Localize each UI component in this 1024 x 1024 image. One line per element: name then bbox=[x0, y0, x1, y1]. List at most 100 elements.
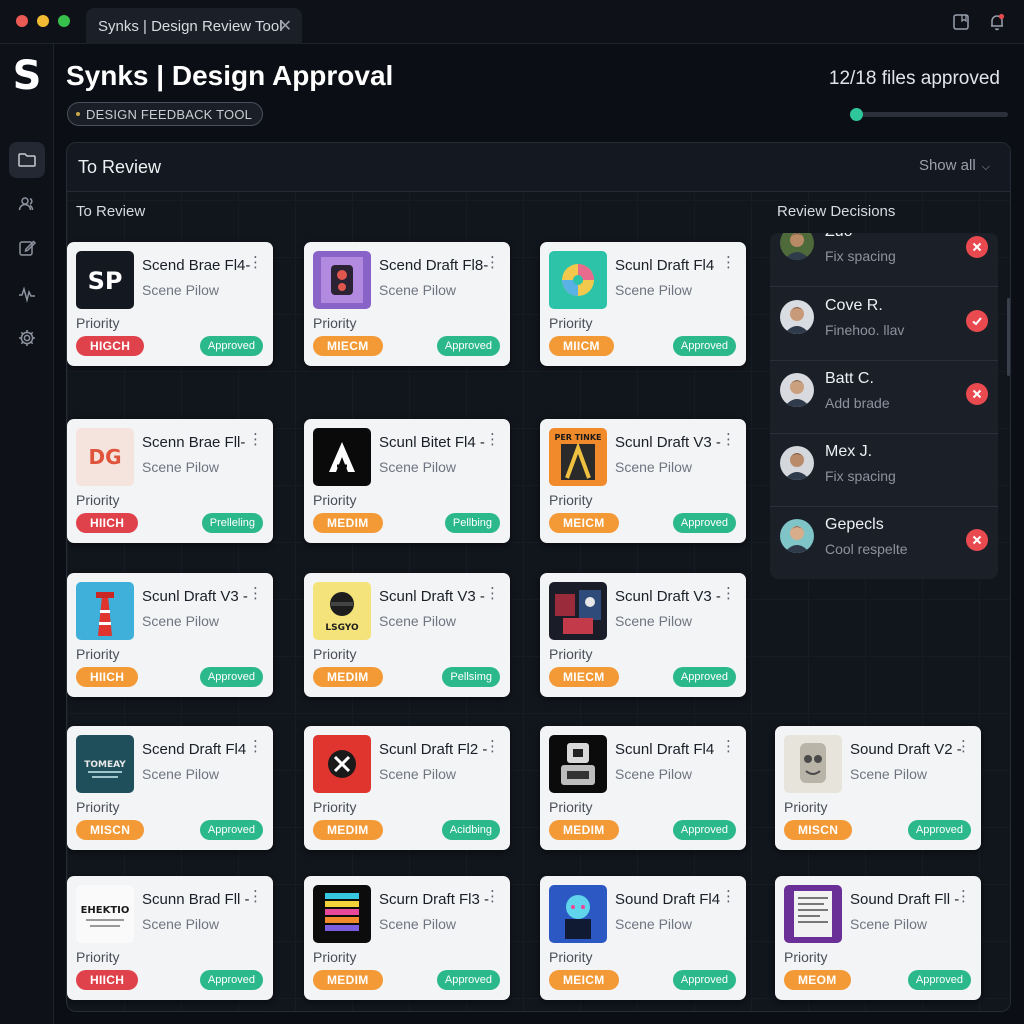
status-badge[interactable]: Approved bbox=[672, 820, 736, 840]
sidebar-item-team[interactable] bbox=[9, 186, 45, 222]
sidebar-item-files[interactable] bbox=[9, 142, 45, 178]
design-card[interactable]: Scunl Draft Fl2 - ⋮ Scene Pilow Priority MED… bbox=[304, 726, 510, 850]
card-title[interactable]: Scunl Draft V3 - bbox=[615, 588, 727, 605]
bell-icon[interactable] bbox=[988, 13, 1006, 31]
window-maximize-button[interactable] bbox=[58, 15, 70, 27]
design-card[interactable]: TOMEAY Scend Draft Fl4 ⋮ Scene Pilow Priorit… bbox=[67, 726, 273, 850]
review-item[interactable]: Gepecls Cool respelte bbox=[770, 507, 998, 579]
sidebar-item-settings[interactable] bbox=[9, 320, 45, 356]
design-card[interactable]: SP Scend Brae Fl4- ⋮ Scene Pilow Priority HIG… bbox=[67, 242, 273, 366]
approve-check-icon[interactable] bbox=[966, 310, 988, 332]
review-item[interactable]: Cove R. Finehoo. llav bbox=[770, 288, 998, 361]
card-title[interactable]: Scunl Draft Fl4 bbox=[615, 257, 727, 274]
review-item[interactable]: Batt C. Add brade bbox=[770, 361, 998, 434]
more-options-icon[interactable]: ⋮ bbox=[956, 889, 971, 904]
review-item[interactable]: Mex J. Fix spacing bbox=[770, 434, 998, 507]
design-card[interactable]: LSGYO Scunl Draft V3 - ⋮ Scene Pilow Priorit… bbox=[304, 573, 510, 697]
bookmark-icon[interactable] bbox=[952, 13, 970, 31]
status-badge[interactable]: Approved bbox=[672, 667, 736, 687]
status-badge[interactable]: Pellsimg bbox=[442, 667, 500, 687]
design-card[interactable]: Scend Draft Fl8- ⋮ Scene Pilow Priority MIEC… bbox=[304, 242, 510, 366]
reject-icon[interactable] bbox=[966, 529, 988, 551]
card-title[interactable]: Scunl Draft Fl4 bbox=[615, 741, 727, 758]
design-card[interactable]: Scunl Draft V3 - ⋮ Scene Pilow Priority HIIC… bbox=[67, 573, 273, 697]
more-options-icon[interactable]: ⋮ bbox=[721, 586, 736, 601]
more-options-icon[interactable]: ⋮ bbox=[485, 255, 500, 270]
status-badge[interactable]: Approved bbox=[672, 336, 736, 356]
design-card[interactable]: Sound Draft Fl4 ⋮ Scene Pilow Priority MEICM… bbox=[540, 876, 746, 1000]
design-thumbnail[interactable] bbox=[313, 885, 371, 943]
status-badge[interactable]: Acidbing bbox=[441, 820, 500, 840]
card-title[interactable]: Scunn Brad Fll - bbox=[142, 891, 254, 908]
show-all-button[interactable]: Show all ⌵ bbox=[919, 157, 990, 174]
card-title[interactable]: Sound Draft Fll - bbox=[850, 891, 962, 908]
window-minimize-button[interactable] bbox=[37, 15, 49, 27]
design-thumbnail[interactable] bbox=[549, 735, 607, 793]
card-title[interactable]: Sound Draft Fl4 bbox=[615, 891, 727, 908]
more-options-icon[interactable]: ⋮ bbox=[248, 586, 263, 601]
design-thumbnail[interactable] bbox=[549, 582, 607, 640]
card-title[interactable]: Scend Draft Fl4 bbox=[142, 741, 254, 758]
card-title[interactable]: Scunl Draft V3 - bbox=[379, 588, 491, 605]
more-options-icon[interactable]: ⋮ bbox=[485, 739, 500, 754]
more-options-icon[interactable]: ⋮ bbox=[956, 739, 971, 754]
card-title[interactable]: Scunl Draft V3 - bbox=[615, 434, 727, 451]
card-title[interactable]: Sound Draft V2 - bbox=[850, 741, 962, 758]
sidebar-item-activity[interactable] bbox=[9, 276, 45, 312]
card-title[interactable]: Scend Brae Fl4- bbox=[142, 257, 254, 274]
more-options-icon[interactable]: ⋮ bbox=[485, 432, 500, 447]
more-options-icon[interactable]: ⋮ bbox=[485, 889, 500, 904]
status-badge[interactable]: Approved bbox=[199, 667, 263, 687]
design-thumbnail[interactable]: TOMEAY bbox=[76, 735, 134, 793]
design-thumbnail[interactable]: DG bbox=[76, 428, 134, 486]
design-card[interactable]: DG Scenn Brae Fll- ⋮ Scene Pilow Priority HII… bbox=[67, 419, 273, 543]
tab-close-icon[interactable]: ✕ bbox=[279, 16, 292, 36]
design-card[interactable]: Sound Draft Fll - ⋮ Scene Pilow Priority MEO… bbox=[775, 876, 981, 1000]
reject-icon[interactable] bbox=[966, 236, 988, 258]
card-title[interactable]: Scend Draft Fl8- bbox=[379, 257, 491, 274]
more-options-icon[interactable]: ⋮ bbox=[248, 889, 263, 904]
more-options-icon[interactable]: ⋮ bbox=[721, 432, 736, 447]
status-badge[interactable]: Approved bbox=[436, 336, 500, 356]
more-options-icon[interactable]: ⋮ bbox=[248, 255, 263, 270]
card-title[interactable]: Scunl Draft Fl2 - bbox=[379, 741, 491, 758]
card-title[interactable]: Scenn Brae Fll- bbox=[142, 434, 254, 451]
status-badge[interactable]: Prelleling bbox=[201, 513, 263, 533]
design-thumbnail[interactable] bbox=[76, 582, 134, 640]
review-scrollbar[interactable] bbox=[1007, 298, 1010, 376]
progress-knob[interactable] bbox=[850, 108, 863, 121]
design-thumbnail[interactable] bbox=[313, 251, 371, 309]
design-thumbnail[interactable]: SP bbox=[76, 251, 134, 309]
design-card[interactable]: Scunl Draft Fl4 ⋮ Scene Pilow Priority MEDIM… bbox=[540, 726, 746, 850]
browser-tab[interactable]: Synks | Design Review Tool ✕ bbox=[86, 8, 302, 44]
design-card[interactable]: Sound Draft V2 - ⋮ Scene Pilow Priority MISC… bbox=[775, 726, 981, 850]
status-badge[interactable]: Approved bbox=[199, 820, 263, 840]
design-thumbnail[interactable] bbox=[313, 428, 371, 486]
review-item[interactable]: Zuo Fix spacing bbox=[770, 233, 998, 287]
status-badge[interactable]: Approved bbox=[672, 970, 736, 990]
design-card[interactable]: Scunl Draft Fl4 ⋮ Scene Pilow Priority MIICM… bbox=[540, 242, 746, 366]
status-badge[interactable]: Pellbing bbox=[444, 513, 500, 533]
design-thumbnail[interactable] bbox=[784, 735, 842, 793]
design-card[interactable]: EHEKTIO Scunn Brad Fll - ⋮ Scene Pilow Prior… bbox=[67, 876, 273, 1000]
app-logo[interactable]: S bbox=[9, 54, 45, 98]
status-badge[interactable]: Approved bbox=[907, 820, 971, 840]
design-thumbnail[interactable]: PER TINKE bbox=[549, 428, 607, 486]
more-options-icon[interactable]: ⋮ bbox=[721, 739, 736, 754]
design-thumbnail[interactable] bbox=[549, 251, 607, 309]
design-thumbnail[interactable]: EHEKTIO bbox=[76, 885, 134, 943]
card-title[interactable]: Scurn Draft Fl3 - bbox=[379, 891, 491, 908]
more-options-icon[interactable]: ⋮ bbox=[485, 586, 500, 601]
status-badge[interactable]: Approved bbox=[199, 336, 263, 356]
design-card[interactable]: Scunl Draft V3 - ⋮ Scene Pilow Priority MIEC… bbox=[540, 573, 746, 697]
more-options-icon[interactable]: ⋮ bbox=[721, 255, 736, 270]
window-close-button[interactable] bbox=[16, 15, 28, 27]
design-card[interactable]: PER TINKE Scunl Draft V3 - ⋮ Scene Pilow Pri… bbox=[540, 419, 746, 543]
card-title[interactable]: Scunl Draft V3 - bbox=[142, 588, 254, 605]
more-options-icon[interactable]: ⋮ bbox=[248, 739, 263, 754]
more-options-icon[interactable]: ⋮ bbox=[248, 432, 263, 447]
card-title[interactable]: Scunl Bitet Fl4 - bbox=[379, 434, 491, 451]
design-thumbnail[interactable]: LSGYO bbox=[313, 582, 371, 640]
design-thumbnail[interactable] bbox=[784, 885, 842, 943]
more-options-icon[interactable]: ⋮ bbox=[721, 889, 736, 904]
